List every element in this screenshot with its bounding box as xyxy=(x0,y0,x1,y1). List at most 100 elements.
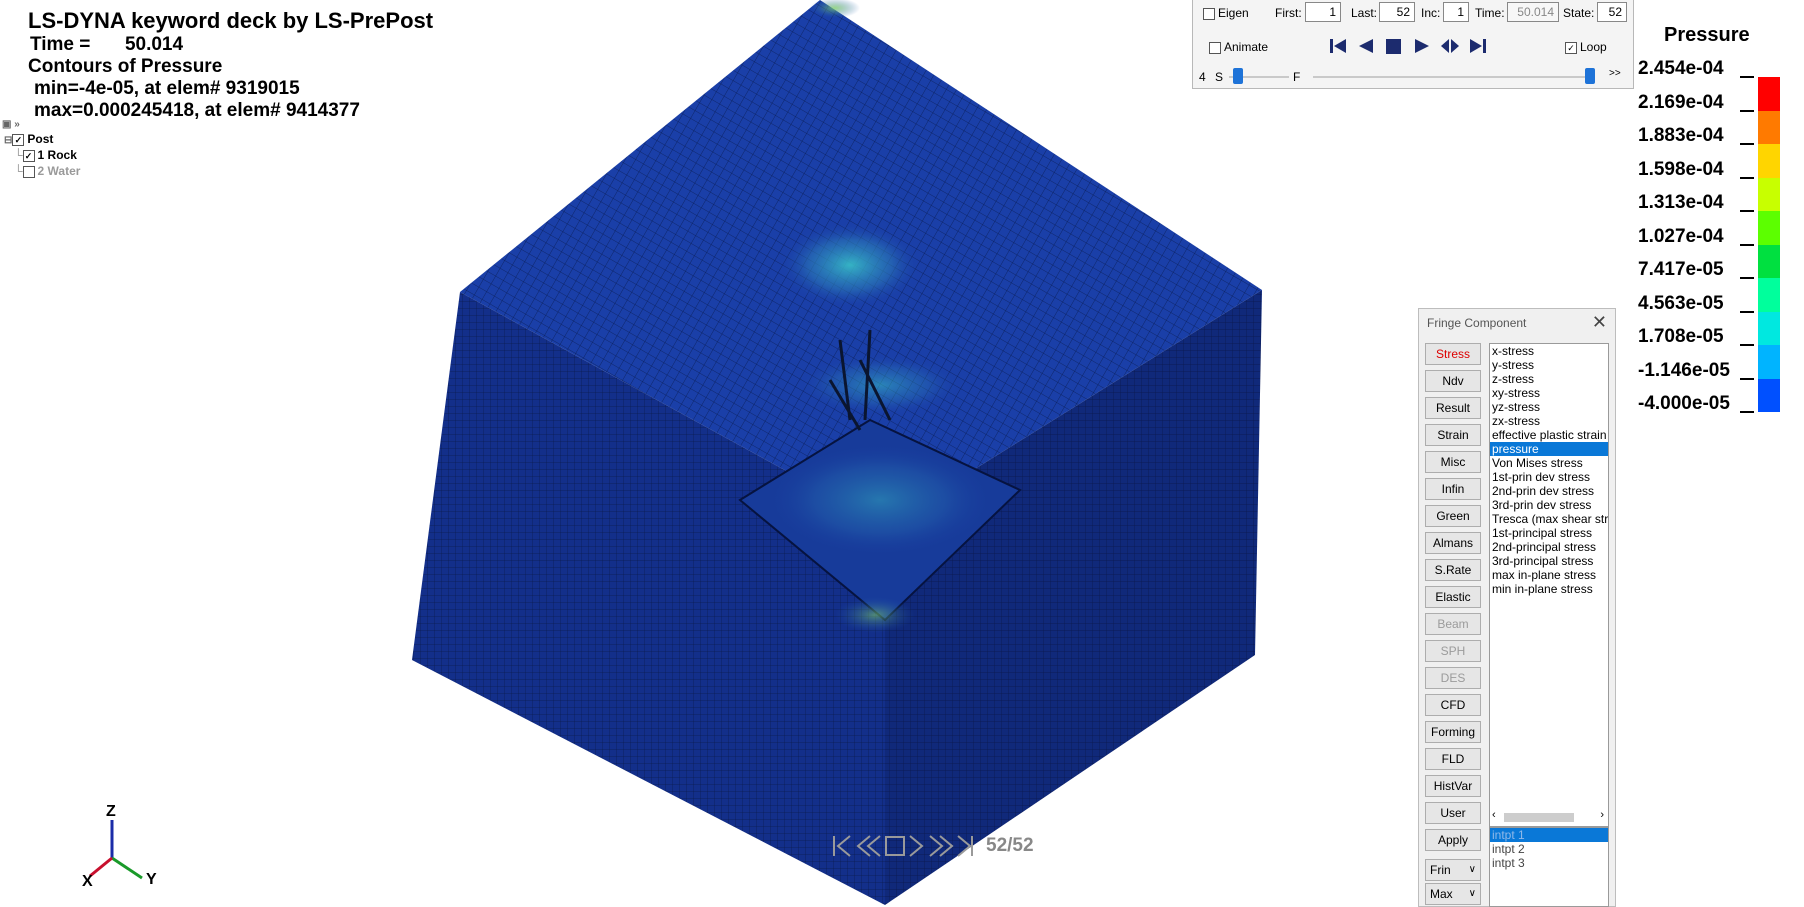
legend-color-band xyxy=(1758,110,1780,144)
legend-color-band xyxy=(1758,177,1780,211)
step-forward-icon[interactable] xyxy=(929,835,954,857)
component-list-item[interactable]: z-stress xyxy=(1490,372,1608,386)
frame-slider-thumb[interactable] xyxy=(1585,68,1595,84)
fringe-btn-stress[interactable]: Stress xyxy=(1425,343,1481,365)
play-button[interactable] xyxy=(1409,34,1435,58)
fringe-btn-cfd[interactable]: CFD xyxy=(1425,694,1481,716)
component-list-item[interactable]: Tresca (max shear stress) xyxy=(1490,512,1608,526)
stop-button[interactable] xyxy=(1381,34,1407,58)
loop-checkbox[interactable]: ✓ xyxy=(1565,41,1577,54)
component-list-item[interactable]: 3rd-principal stress xyxy=(1490,554,1608,568)
fringe-btn-des[interactable]: DES xyxy=(1425,667,1481,689)
component-list-item[interactable]: zx-stress xyxy=(1490,414,1608,428)
first-frame-button[interactable] xyxy=(1325,34,1351,58)
component-list-item[interactable]: 1st-principal stress xyxy=(1490,526,1608,540)
frame-slider-track[interactable] xyxy=(1313,76,1595,78)
last-frame-button[interactable] xyxy=(1465,34,1491,58)
state-input[interactable]: 52 xyxy=(1597,2,1627,22)
dialog-title: Fringe Component xyxy=(1427,316,1527,330)
frin-label: Frin xyxy=(1430,863,1451,877)
ping-pong-button[interactable] xyxy=(1437,34,1463,58)
legend-tick xyxy=(1740,377,1754,380)
legend-color-band xyxy=(1758,378,1780,412)
frame-nav-controls[interactable] xyxy=(830,832,980,860)
legend-value: 1.598e-04 xyxy=(1638,158,1724,180)
last-frame-icon[interactable] xyxy=(957,835,973,857)
z-axis-label: Z xyxy=(106,803,116,820)
play-icon[interactable] xyxy=(909,835,924,857)
fringe-btn-almans[interactable]: Almans xyxy=(1425,532,1481,554)
fringe-btn-user[interactable]: User xyxy=(1425,802,1481,824)
legend-tick xyxy=(1740,344,1754,346)
play-reverse-icon xyxy=(1359,39,1373,53)
list-hscrollbar[interactable]: ‹ › xyxy=(1492,809,1604,824)
close-icon[interactable]: ✕ xyxy=(1592,312,1607,333)
x-axis-label: X xyxy=(82,873,93,890)
last-state-input[interactable]: 52 xyxy=(1379,2,1415,22)
fringe-btn-misc[interactable]: Misc xyxy=(1425,451,1481,473)
fringe-btn-result[interactable]: Result xyxy=(1425,397,1481,419)
legend-color-band xyxy=(1758,311,1780,345)
x-axis xyxy=(89,856,113,878)
loop-option[interactable]: ✓ Loop xyxy=(1565,40,1607,54)
legend-tick xyxy=(1740,277,1754,279)
fringe-btn-apply[interactable]: Apply xyxy=(1425,829,1481,851)
component-list-item[interactable]: pressure xyxy=(1490,442,1608,456)
fringe-btn-histvar[interactable]: HistVar xyxy=(1425,775,1481,797)
animate-checkbox[interactable] xyxy=(1209,41,1221,54)
component-list-item[interactable]: 2nd-prin dev stress xyxy=(1490,484,1608,498)
intpt-list-item[interactable]: intpt 2 xyxy=(1490,842,1608,856)
legend-color-band xyxy=(1758,211,1780,245)
fringe-btn-s-rate[interactable]: S.Rate xyxy=(1425,559,1481,581)
component-list-item[interactable]: 2nd-principal stress xyxy=(1490,540,1608,554)
step-back-icon[interactable] xyxy=(856,835,881,857)
speed-slider-thumb[interactable] xyxy=(1233,68,1243,84)
eigen-option[interactable]: Eigen xyxy=(1203,6,1249,20)
fringe-btn-infin[interactable]: Infin xyxy=(1425,478,1481,500)
scroll-thumb[interactable] xyxy=(1504,813,1574,822)
fringe-btn-beam[interactable]: Beam xyxy=(1425,613,1481,635)
legend-color-band xyxy=(1758,345,1780,379)
component-list-item[interactable]: x-stress xyxy=(1490,344,1608,358)
fringe-btn-elastic[interactable]: Elastic xyxy=(1425,586,1481,608)
component-list-item[interactable]: yz-stress xyxy=(1490,400,1608,414)
fringe-btn-fld[interactable]: FLD xyxy=(1425,748,1481,770)
state-label: State: xyxy=(1563,6,1595,20)
more-options-button[interactable]: >> xyxy=(1609,68,1621,79)
stop-icon[interactable] xyxy=(885,836,905,856)
time-input[interactable]: 50.014 xyxy=(1507,2,1559,22)
fringe-btn-forming[interactable]: Forming xyxy=(1425,721,1481,743)
component-list-item[interactable]: Von Mises stress xyxy=(1490,456,1608,470)
frin-dropdown[interactable]: Frin ∨ xyxy=(1425,859,1481,881)
max-dropdown[interactable]: Max ∨ xyxy=(1425,883,1481,905)
step-back-button[interactable] xyxy=(1353,34,1379,58)
legend-value: -4.000e-05 xyxy=(1638,393,1730,414)
component-list-item[interactable]: 3rd-prin dev stress xyxy=(1490,498,1608,512)
component-list-item[interactable]: y-stress xyxy=(1490,358,1608,372)
increment-input[interactable]: 1 xyxy=(1443,2,1469,22)
intpt-list[interactable]: intpt 1 intpt 2 intpt 3 xyxy=(1489,827,1609,907)
legend-value: 1.883e-04 xyxy=(1638,125,1724,146)
component-list-item[interactable]: max in-plane stress xyxy=(1490,568,1608,582)
eigen-checkbox[interactable] xyxy=(1203,7,1215,20)
loop-label: Loop xyxy=(1580,40,1607,54)
component-list[interactable]: x-stress y-stress z-stress xy-stress yz-stre… xyxy=(1489,343,1609,827)
fringe-btn-ndv[interactable]: Ndv xyxy=(1425,370,1481,392)
scroll-right-icon[interactable]: › xyxy=(1600,809,1604,821)
animate-option[interactable]: Animate xyxy=(1209,40,1268,54)
legend-color-band xyxy=(1758,278,1780,312)
fringe-btn-strain[interactable]: Strain xyxy=(1425,424,1481,446)
first-frame-icon xyxy=(1330,39,1346,53)
fringe-btn-sph[interactable]: SPH xyxy=(1425,640,1481,662)
first-state-input[interactable]: 1 xyxy=(1305,2,1341,22)
scroll-left-icon[interactable]: ‹ xyxy=(1492,809,1496,821)
component-list-item[interactable]: min in-plane stress xyxy=(1490,582,1608,596)
component-list-item[interactable]: xy-stress xyxy=(1490,386,1608,400)
intpt-list-item[interactable]: intpt 1 xyxy=(1490,828,1608,842)
first-frame-icon[interactable] xyxy=(833,835,851,857)
intpt-list-item[interactable]: intpt 3 xyxy=(1490,856,1608,870)
animate-label: Animate xyxy=(1224,40,1269,54)
fringe-btn-green[interactable]: Green xyxy=(1425,505,1481,527)
component-list-item[interactable]: 1st-prin dev stress xyxy=(1490,470,1608,484)
component-list-item[interactable]: effective plastic strain xyxy=(1490,428,1608,442)
